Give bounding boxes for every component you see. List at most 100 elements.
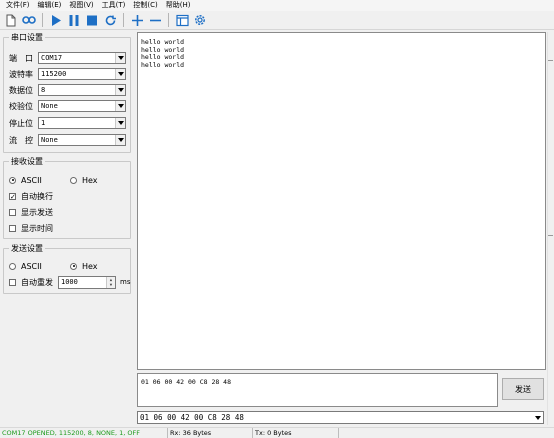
radio-selected-icon[interactable]: [70, 262, 77, 270]
databits-select[interactable]: 8: [38, 84, 126, 96]
show-send-checkbox[interactable]: 显示发送: [9, 206, 53, 218]
port-select[interactable]: COM17: [38, 52, 126, 64]
radio-selected-icon[interactable]: [9, 176, 16, 184]
toolbar-separator: [42, 13, 43, 27]
port-row: 端 口 COM17: [9, 52, 126, 64]
checkbox-checked-icon[interactable]: ✓: [9, 192, 16, 200]
receive-ascii-label: ASCII: [21, 175, 42, 185]
port-value: COM17: [41, 54, 63, 62]
chevron-down-icon[interactable]: [533, 412, 542, 423]
baud-label: 波特率: [9, 69, 33, 79]
stopbits-select[interactable]: 1: [38, 117, 126, 129]
parity-label: 校验位: [9, 101, 33, 111]
show-time-checkbox[interactable]: 显示时间: [9, 222, 53, 234]
status-cell: [338, 428, 368, 438]
menu-file[interactable]: 文件(F): [2, 0, 34, 11]
baud-select[interactable]: 115200: [38, 68, 126, 80]
connection-status: COM17 OPENED, 115200, 8, NONE, 1, OFF: [2, 429, 141, 437]
resend-interval-value: 1000: [61, 278, 78, 286]
receive-hex-radio[interactable]: Hex: [70, 174, 98, 186]
refresh-icon[interactable]: [102, 12, 118, 28]
stopbits-value: 1: [41, 119, 46, 127]
plus-icon[interactable]: [129, 12, 145, 28]
baud-row: 波特率 115200: [9, 68, 126, 80]
menu-help[interactable]: 帮助(H): [162, 0, 195, 11]
menu-control[interactable]: 控制(C): [129, 0, 161, 11]
flow-row: 流 控 None: [9, 134, 126, 146]
databits-value: 8: [41, 86, 46, 94]
radio-unselected-icon[interactable]: [9, 262, 16, 270]
flow-label: 流 控: [9, 135, 33, 145]
parity-row: 校验位 None: [9, 100, 126, 112]
checkbox-icon[interactable]: [9, 278, 16, 286]
receive-hex-label: Hex: [82, 175, 98, 185]
send-history-select[interactable]: 01 06 00 42 00 C8 28 48: [137, 411, 544, 424]
chevron-down-icon[interactable]: [115, 118, 125, 128]
receive-line: hello world: [141, 45, 185, 54]
receive-ascii-radio[interactable]: ASCII: [9, 174, 42, 186]
chevron-down-icon[interactable]: [115, 101, 125, 111]
send-text-area[interactable]: 01 06 00 42 00 C8 28 48: [137, 373, 498, 407]
send-hex-radio[interactable]: Hex: [70, 260, 98, 272]
baud-value: 115200: [41, 70, 67, 78]
menu-tools[interactable]: 工具(T): [98, 0, 130, 11]
send-button[interactable]: 发送: [502, 378, 544, 400]
status-bar: COM17 OPENED, 115200, 8, NONE, 1, OFF Rx…: [0, 427, 554, 438]
serial-settings-title: 串口设置: [11, 33, 43, 42]
port-label: 端 口: [9, 53, 33, 63]
stop-icon[interactable]: [84, 12, 100, 28]
settings-gear-icon[interactable]: [192, 12, 208, 28]
send-button-label: 发送: [515, 384, 531, 394]
auto-resend-label: 自动重发: [21, 277, 53, 287]
play-icon[interactable]: [48, 12, 64, 28]
flow-select[interactable]: None: [38, 134, 126, 146]
minus-icon[interactable]: [147, 12, 163, 28]
edge-tick: [548, 60, 553, 61]
radio-unselected-icon[interactable]: [70, 176, 77, 184]
edge-tick: [548, 235, 553, 236]
send-ascii-radio[interactable]: ASCII: [9, 260, 42, 272]
checkbox-icon[interactable]: [9, 208, 16, 216]
resend-interval-spinbox[interactable]: 1000 ▲ ▼: [58, 276, 116, 289]
toolbar: [0, 11, 554, 30]
chevron-down-icon[interactable]: [115, 53, 125, 63]
send-ascii-label: ASCII: [21, 261, 42, 271]
menu-bar: 文件(F) 编辑(E) 视图(V) 工具(T) 控制(C) 帮助(H): [0, 0, 554, 11]
checkbox-icon[interactable]: [9, 224, 16, 232]
auto-wrap-checkbox[interactable]: ✓ 自动换行: [9, 190, 53, 202]
toolbar-separator: [168, 13, 169, 27]
interval-unit: ms: [120, 278, 131, 286]
stopbits-row: 停止位 1: [9, 117, 126, 129]
receive-text-area[interactable]: hello world hello world hello world hell…: [137, 32, 546, 370]
chevron-down-icon[interactable]: [115, 135, 125, 145]
show-send-label: 显示发送: [21, 207, 53, 217]
flow-value: None: [41, 136, 58, 144]
window-icon[interactable]: [174, 12, 190, 28]
right-edge-strip: [547, 32, 554, 425]
tx-counter: Tx: 0 Bytes: [252, 428, 292, 438]
send-text: 01 06 00 42 00 C8 28 48: [141, 378, 232, 386]
receive-line: hello world: [141, 53, 185, 61]
parity-value: None: [41, 102, 58, 110]
receive-line: hello world: [141, 38, 185, 46]
receive-settings-title: 接收设置: [11, 157, 43, 166]
parity-select[interactable]: None: [38, 100, 126, 112]
pause-icon[interactable]: [66, 12, 82, 28]
send-hex-label: Hex: [82, 261, 98, 271]
document-icon[interactable]: [3, 12, 19, 28]
send-settings-title: 发送设置: [11, 244, 43, 253]
stopbits-label: 停止位: [9, 118, 33, 128]
databits-label: 数据位: [9, 85, 33, 95]
databits-row: 数据位 8: [9, 84, 126, 96]
toolbar-separator: [123, 13, 124, 27]
loop-icon[interactable]: [21, 12, 37, 28]
rx-counter: Rx: 36 Bytes: [167, 428, 211, 438]
auto-wrap-label: 自动换行: [21, 191, 53, 201]
chevron-down-icon[interactable]: [115, 69, 125, 79]
menu-edit[interactable]: 编辑(E): [34, 0, 66, 11]
menu-view[interactable]: 视图(V): [65, 0, 97, 11]
send-history-value: 01 06 00 42 00 C8 28 48: [140, 413, 244, 422]
spin-arrows-icon[interactable]: ▲ ▼: [106, 277, 115, 288]
chevron-down-icon[interactable]: [115, 85, 125, 95]
auto-resend-checkbox[interactable]: 自动重发: [9, 276, 53, 288]
